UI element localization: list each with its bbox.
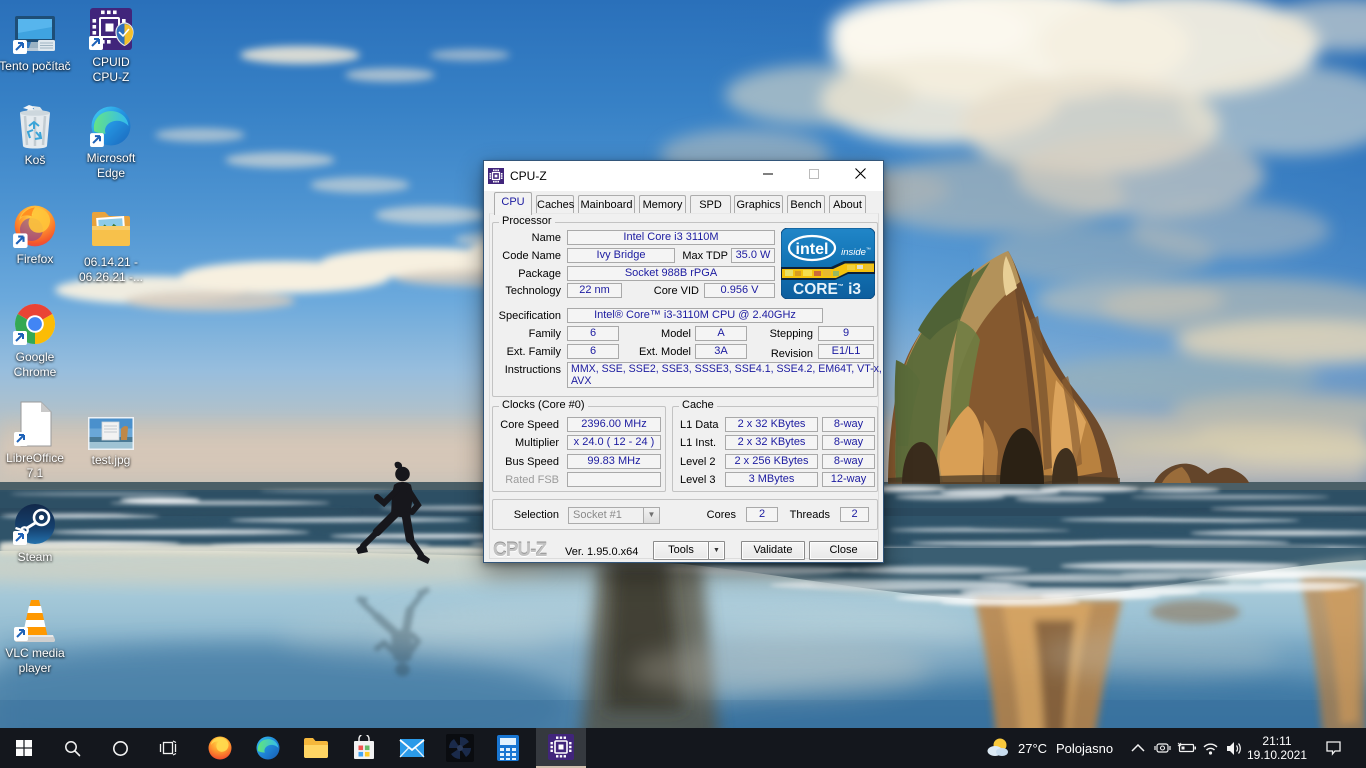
svg-text:intel: intel (796, 241, 829, 258)
svg-text:CORE™ i3: CORE™ i3 (793, 281, 861, 298)
